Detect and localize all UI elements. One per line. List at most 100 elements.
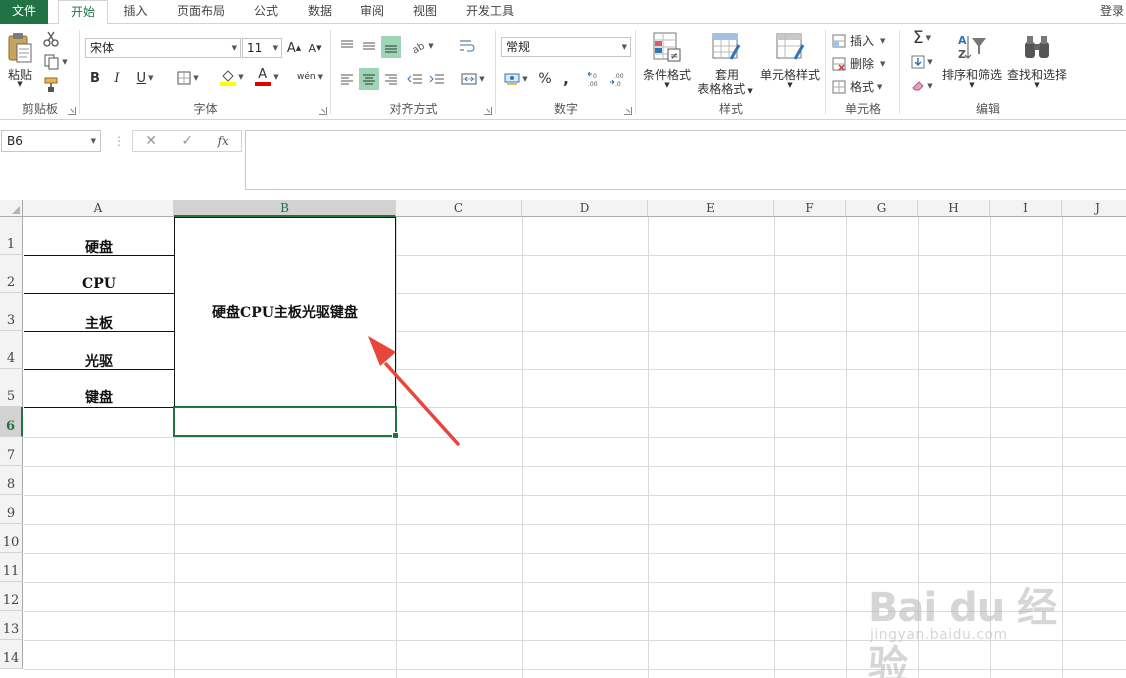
accounting-format-icon[interactable]: ▼: [502, 68, 530, 90]
column-header-a[interactable]: A: [23, 200, 174, 217]
format-cells-button[interactable]: 格式 ▼: [832, 78, 882, 95]
row-header-4[interactable]: 4: [0, 331, 23, 369]
comma-button[interactable]: ,: [558, 68, 574, 90]
column-header-g[interactable]: G: [846, 200, 918, 217]
percent-button[interactable]: %: [536, 68, 554, 90]
increase-decimal-icon[interactable]: 0.00: [586, 68, 606, 90]
insert-cells-button[interactable]: 插入 ▼: [832, 32, 885, 49]
cut-icon[interactable]: [42, 30, 60, 48]
increase-indent-icon[interactable]: [427, 68, 447, 90]
delete-cells-button[interactable]: 删除 ▼: [832, 55, 885, 72]
tab-formulas[interactable]: 公式: [244, 0, 288, 24]
delete-cells-label: 删除: [850, 57, 875, 71]
more-options-icon[interactable]: ⋮: [113, 130, 125, 152]
row-header-3[interactable]: 3: [0, 293, 23, 331]
copy-icon[interactable]: ▼: [42, 53, 70, 71]
tab-review[interactable]: 审阅: [350, 0, 394, 24]
row-header-9[interactable]: 9: [0, 495, 23, 524]
row-header-10[interactable]: 10: [0, 524, 23, 553]
column-header-h[interactable]: H: [918, 200, 990, 217]
column-header-i[interactable]: I: [990, 200, 1062, 217]
cancel-icon[interactable]: ✕: [145, 133, 157, 149]
fill-down-icon: [911, 55, 925, 69]
fill-color-button[interactable]: ▼: [216, 66, 248, 88]
font-color-button[interactable]: A ▼: [252, 66, 282, 88]
format-as-table-icon[interactable]: [710, 30, 742, 64]
tab-insert[interactable]: 插入: [113, 0, 158, 24]
tab-data[interactable]: 数据: [298, 0, 342, 24]
format-as-table-button[interactable]: 表格格式 ▼: [694, 80, 756, 97]
sort-filter-icon[interactable]: AZ: [954, 30, 990, 64]
grow-font-button[interactable]: A ▲: [285, 38, 303, 58]
cell-a2[interactable]: CPU: [24, 276, 174, 292]
column-header-b[interactable]: B: [174, 200, 396, 217]
borders-button[interactable]: ▼: [172, 68, 204, 88]
tab-page-layout[interactable]: 页面布局: [166, 0, 236, 24]
paste-dropdown-icon[interactable]: ▼: [5, 80, 35, 88]
bold-button[interactable]: B: [86, 68, 104, 88]
row-header-1[interactable]: 1: [0, 217, 23, 255]
align-right-icon[interactable]: [381, 68, 401, 90]
font-size-select[interactable]: 11 ▼: [242, 38, 282, 58]
decrease-indent-icon[interactable]: [405, 68, 425, 90]
row-header-6[interactable]: 6: [0, 407, 23, 437]
row-header-13[interactable]: 13: [0, 611, 23, 640]
autosum-button[interactable]: Σ ▼: [906, 28, 938, 48]
row-header-5[interactable]: 5: [0, 369, 23, 407]
cell-a5[interactable]: 键盘: [24, 387, 174, 407]
row-header-12[interactable]: 12: [0, 582, 23, 611]
italic-button[interactable]: I: [108, 68, 126, 88]
merge-center-icon[interactable]: ▼: [457, 68, 489, 90]
alignment-launcher-icon[interactable]: [484, 107, 492, 115]
tab-file[interactable]: 文件: [0, 0, 48, 24]
format-painter-icon[interactable]: [42, 76, 60, 94]
column-header-c[interactable]: C: [396, 200, 522, 217]
insert-function-icon[interactable]: fx: [218, 134, 229, 148]
fill-button[interactable]: ▼: [906, 52, 938, 72]
binoculars-icon[interactable]: [1020, 30, 1054, 64]
row-header-8[interactable]: 8: [0, 466, 23, 495]
phonetic-button[interactable]: wén ▼: [294, 66, 326, 88]
clear-button[interactable]: ▼: [906, 76, 938, 96]
row-header-14[interactable]: 14: [0, 640, 23, 669]
paste-icon[interactable]: [5, 30, 35, 66]
align-left-icon[interactable]: [337, 68, 357, 90]
shrink-font-button[interactable]: A ▼: [306, 38, 324, 58]
select-all-button[interactable]: [0, 200, 23, 217]
enter-icon[interactable]: ✓: [181, 133, 193, 149]
cell-a3[interactable]: 主板: [24, 313, 174, 333]
decrease-decimal-icon[interactable]: .00.0: [608, 68, 628, 90]
align-center-icon[interactable]: [359, 68, 379, 90]
cell-styles-icon[interactable]: [774, 30, 806, 64]
row-header-7[interactable]: 7: [0, 437, 23, 466]
align-top-icon[interactable]: [337, 36, 357, 56]
align-middle-icon[interactable]: [359, 36, 379, 56]
group-label-alignment: 对齐方式: [389, 102, 438, 116]
name-box[interactable]: B6 ▼: [1, 130, 101, 152]
formula-input[interactable]: [245, 130, 1126, 190]
number-format-select[interactable]: 常规 ▼: [501, 37, 631, 57]
row-header-11[interactable]: 11: [0, 553, 23, 582]
group-label-number: 数字: [553, 102, 578, 116]
number-launcher-icon[interactable]: [624, 107, 632, 115]
tab-view[interactable]: 视图: [403, 0, 447, 24]
tab-home[interactable]: 开始: [58, 0, 108, 25]
row-header-2[interactable]: 2: [0, 255, 23, 293]
align-bottom-icon[interactable]: [381, 36, 401, 58]
column-header-f[interactable]: F: [774, 200, 846, 217]
font-name-select[interactable]: 宋体 ▼: [85, 38, 241, 58]
underline-button[interactable]: U ▼: [130, 68, 160, 88]
conditional-format-icon[interactable]: ≠: [651, 30, 683, 64]
orientation-icon[interactable]: ab ▼: [407, 36, 437, 56]
column-header-d[interactable]: D: [522, 200, 648, 217]
column-header-j[interactable]: J: [1062, 200, 1126, 217]
wrap-text-icon[interactable]: [457, 36, 477, 56]
clipboard-launcher-icon[interactable]: [68, 107, 76, 115]
login-link[interactable]: 登录: [1100, 0, 1124, 24]
svg-text:ab: ab: [411, 41, 427, 53]
cell-a4[interactable]: 光驱: [24, 351, 174, 371]
cell-a1[interactable]: 硬盘: [24, 237, 174, 257]
font-launcher-icon[interactable]: [319, 107, 327, 115]
column-header-e[interactable]: E: [648, 200, 774, 217]
tab-developer[interactable]: 开发工具: [457, 0, 523, 24]
